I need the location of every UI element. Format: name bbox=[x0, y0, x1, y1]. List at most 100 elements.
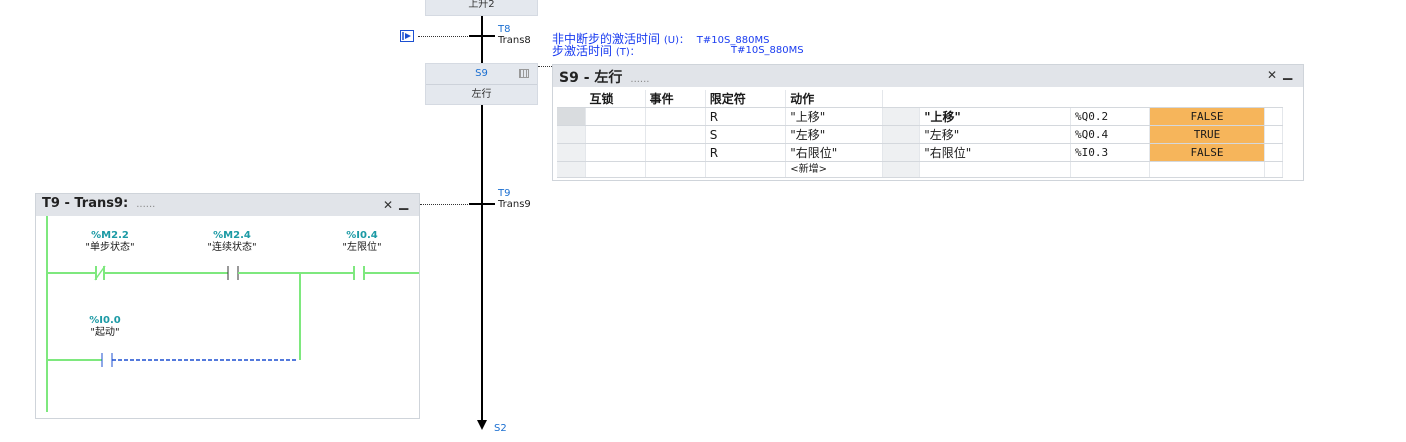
monitor-tag: "左移" bbox=[919, 125, 1071, 144]
monitor-gap bbox=[882, 143, 921, 162]
table-row[interactable]: S "左移" "左移" %Q0.4 TRUE bbox=[557, 125, 1284, 144]
monitor-value bbox=[1149, 161, 1265, 178]
action-table-header: 互锁 事件 限定符 动作 bbox=[557, 90, 1283, 108]
t8-name: Trans8 bbox=[498, 35, 531, 46]
close-icon[interactable]: ✕ bbox=[383, 198, 393, 212]
monitor-value: FALSE bbox=[1149, 107, 1265, 126]
minimize-icon[interactable]: ▁ bbox=[399, 196, 408, 210]
monitor-tag bbox=[919, 161, 1071, 178]
row-selector[interactable] bbox=[557, 143, 587, 162]
monitor-tag: "右限位" bbox=[919, 143, 1071, 162]
row-selector[interactable] bbox=[557, 161, 587, 178]
s9-name: 左行 bbox=[471, 89, 492, 100]
supervision-unit-2: (T)： bbox=[615, 47, 640, 58]
action-panel-dots: ...... bbox=[630, 74, 650, 85]
minimize-icon[interactable]: ▁ bbox=[1283, 66, 1292, 80]
interlock-cell[interactable] bbox=[585, 161, 646, 178]
ladder-network bbox=[48, 265, 419, 367]
action-panel: S9 - 左行...... ✕ ▁ 互锁 事件 限定符 动作 R "上移" "上… bbox=[552, 64, 1304, 181]
monitor-address bbox=[1070, 161, 1151, 178]
qualifier-cell[interactable]: R bbox=[705, 107, 787, 126]
row-end bbox=[1264, 161, 1284, 178]
monitor-address: %Q0.2 bbox=[1070, 107, 1151, 126]
jump-arrow-icon bbox=[477, 420, 487, 430]
monitor-address: %Q0.4 bbox=[1070, 125, 1151, 144]
row-end bbox=[1264, 143, 1284, 162]
no-contact-i04 bbox=[353, 266, 365, 280]
s9-number: S9 bbox=[475, 68, 488, 79]
action-panel-title-prefix: S9 - bbox=[559, 70, 595, 86]
col-tag bbox=[919, 90, 1071, 108]
col-spacer bbox=[557, 90, 586, 108]
col-qualifier: 限定符 bbox=[705, 90, 787, 108]
s9-header: S9 bbox=[426, 64, 537, 85]
event-cell[interactable] bbox=[645, 125, 706, 144]
t8-number: T8 bbox=[498, 24, 511, 35]
ladder-title-text: T9 - Trans9: bbox=[42, 196, 129, 211]
event-cell[interactable] bbox=[645, 107, 706, 126]
col-end bbox=[1264, 90, 1283, 108]
step-box-s9[interactable]: S9 左行 bbox=[425, 63, 538, 105]
add-new-cell[interactable]: <新增> bbox=[785, 161, 883, 178]
jump-icon[interactable] bbox=[400, 30, 414, 42]
monitor-value: TRUE bbox=[1149, 125, 1265, 144]
close-icon[interactable]: ✕ bbox=[1267, 68, 1277, 82]
t9-bar[interactable] bbox=[469, 203, 495, 205]
event-cell[interactable] bbox=[645, 143, 706, 162]
col-address bbox=[1070, 90, 1150, 108]
col-event: 事件 bbox=[645, 90, 706, 108]
qualifier-cell[interactable]: S bbox=[705, 125, 787, 144]
chain-line-mid bbox=[481, 105, 483, 422]
monitor-value: FALSE bbox=[1149, 143, 1265, 162]
ladder-title-dots: ...... bbox=[136, 199, 156, 210]
table-row-new[interactable]: <新增> bbox=[557, 161, 1284, 178]
step-top-label: 上升2 bbox=[468, 0, 495, 10]
supervision-value-2: T#10S_880MS bbox=[731, 45, 804, 56]
supervision-label-2: 步激活时间 bbox=[552, 44, 613, 58]
row-selector[interactable] bbox=[557, 107, 587, 126]
row-selector[interactable] bbox=[557, 125, 587, 144]
monitor-address: %I0.3 bbox=[1070, 143, 1151, 162]
t9-label: T9 Trans9 bbox=[498, 188, 531, 210]
row-end bbox=[1264, 107, 1284, 126]
table-row[interactable]: R "上移" "上移" %Q0.2 FALSE bbox=[557, 107, 1284, 126]
col-value bbox=[1149, 90, 1265, 108]
row-end bbox=[1264, 125, 1284, 144]
no-contact-m24 bbox=[227, 266, 239, 280]
monitor-tag: "上移" bbox=[919, 107, 1071, 126]
supervision-line-2: 步激活时间 (T)： T#10S_880MS bbox=[552, 44, 804, 59]
action-panel-title: S9 - 左行...... bbox=[559, 67, 649, 87]
action-panel-title-name: 左行 bbox=[594, 70, 623, 86]
action-cell[interactable]: "上移" bbox=[785, 107, 883, 126]
ladder-panel-title: T9 - Trans9:...... bbox=[42, 196, 155, 211]
col-action: 动作 bbox=[785, 90, 883, 108]
action-cell[interactable]: "左移" bbox=[785, 125, 883, 144]
no-contact-i00 bbox=[101, 353, 113, 367]
step-box-top[interactable]: 上升2 bbox=[425, 0, 538, 16]
interlock-cell[interactable] bbox=[585, 143, 646, 162]
s9-action-connector bbox=[538, 66, 552, 67]
qualifier-cell[interactable] bbox=[705, 161, 787, 178]
grid-icon[interactable] bbox=[519, 69, 529, 78]
col-interlock: 互锁 bbox=[585, 90, 646, 108]
nc-contact-m22 bbox=[94, 265, 106, 281]
action-panel-header bbox=[553, 65, 1303, 87]
event-cell[interactable] bbox=[645, 161, 706, 178]
table-row[interactable]: R "右限位" "右限位" %I0.3 FALSE bbox=[557, 143, 1284, 162]
action-cell[interactable]: "右限位" bbox=[785, 143, 883, 162]
interlock-cell[interactable] bbox=[585, 125, 646, 144]
qualifier-cell[interactable]: R bbox=[705, 143, 787, 162]
t8-connector bbox=[418, 36, 468, 37]
action-table: 互锁 事件 限定符 动作 R "上移" "上移" %Q0.2 FALSE S "… bbox=[557, 90, 1284, 178]
t9-connector bbox=[420, 204, 468, 205]
monitor-gap bbox=[882, 125, 921, 144]
interlock-cell[interactable] bbox=[585, 107, 646, 126]
t8-label: T8 Trans8 bbox=[498, 24, 531, 46]
col-blank bbox=[882, 90, 920, 108]
monitor-gap bbox=[882, 107, 921, 126]
chain-line-top bbox=[481, 16, 483, 63]
s2-jump-label[interactable]: S2 bbox=[494, 423, 507, 434]
supervision-unit-1: (U)： bbox=[663, 35, 689, 46]
t8-bar[interactable] bbox=[469, 35, 495, 37]
ladder-panel: T9 - Trans9:...... ✕ ▁ %M2.2 "单步状态" %M2.… bbox=[35, 193, 420, 419]
